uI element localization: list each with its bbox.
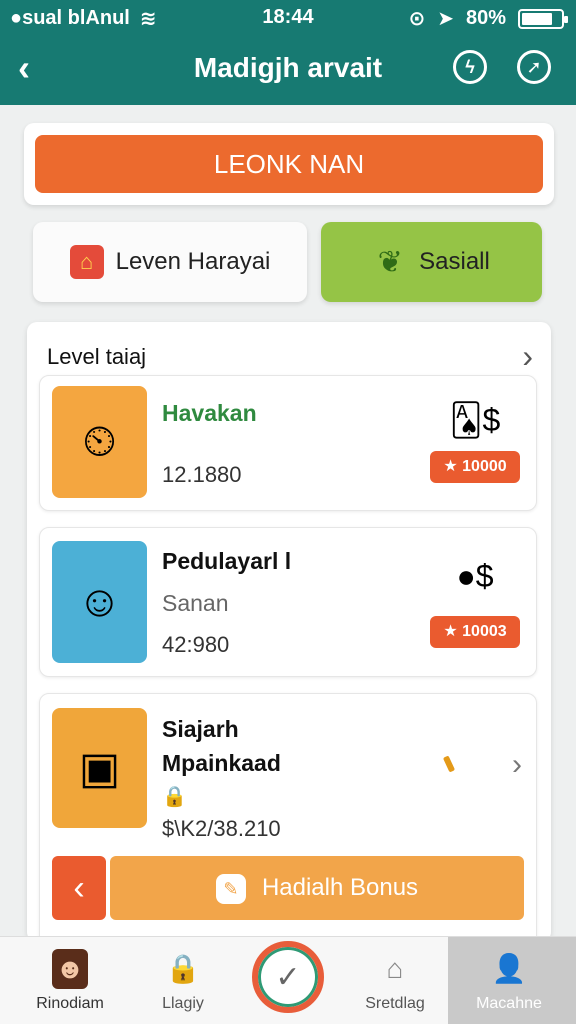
banner-card: LEONK NAN [24, 123, 554, 205]
reward-badge[interactable]: ★ 10000 [430, 451, 520, 483]
item-title-line2: Mpainkaad [162, 750, 281, 776]
list-item[interactable]: ⏲ Havakan 12.1880 🂡$ ★ 10000 [39, 375, 537, 511]
item-title: Havakan [162, 400, 257, 426]
lightning-button[interactable]: ϟ [453, 50, 487, 84]
tab-macahne[interactable]: 👤 Macahne [454, 949, 564, 1013]
tab-llagiy[interactable]: 🔒 Llagiy [128, 949, 238, 1013]
compass-button[interactable]: ➚ [517, 50, 551, 84]
banner-button[interactable]: LEONK NAN [35, 135, 543, 193]
bonus-prev-button[interactable]: ‹ [52, 856, 106, 920]
battery-percent: 80% [465, 7, 506, 29]
leaf-icon: ❦ [377, 245, 403, 279]
lightning-icon: ϟ [465, 57, 475, 77]
bonus-label: Hadialh Bonus [261, 874, 419, 901]
tab-label: Macahne [476, 995, 542, 1012]
item-title-line1: Siajarh [162, 716, 239, 742]
item-value: 42:980 [162, 632, 230, 657]
tab-rinodiam[interactable]: ☻ Rinodiam [15, 949, 125, 1013]
item-value: 12.1880 [162, 462, 242, 487]
tab-label: Llagiy [162, 995, 204, 1012]
tab-sasiall[interactable]: ❦ Sasiall [321, 222, 542, 302]
app-header: ●sual blAnul ≋ 18:44 ⊙ ➤ 80% ‹ Madigjh a… [0, 0, 576, 105]
item-title: Pedulayarl l [162, 548, 292, 574]
tab-leven-label: Leven Harayai [115, 248, 271, 275]
navigation-icon: ➤ [437, 8, 454, 30]
clock-icon: ⏲ [52, 386, 147, 498]
chevron-left-icon: ‹ [73, 869, 85, 907]
home-icon: ⌂ [386, 953, 404, 984]
house-icon: ⌂ [69, 245, 104, 279]
avatar-icon: ☻ [52, 949, 88, 989]
chevron-right-icon: › [522, 338, 533, 374]
bonus-row: ‹ ✎ Hadialh Bonus [52, 856, 524, 920]
status-right: ⊙ ➤ 80% [408, 6, 568, 31]
list-item[interactable]: ☺ Pedulayarl l Sanan 42:980 ●$ ★ 10003 [39, 527, 537, 677]
check-icon: ✓ [275, 960, 301, 994]
shop-icon: ☺ [52, 541, 147, 663]
item-value: $\K2/38.210 [162, 816, 281, 841]
coins-icon: ●$ [456, 557, 494, 594]
tab-label: Sretdlag [365, 995, 425, 1012]
treasure-box-icon: ▣ [52, 708, 147, 828]
battery-fill [522, 12, 552, 25]
tab-sasiall-label: Sasiall [419, 248, 490, 275]
tab-leven[interactable]: ⌂ Leven Harayai [33, 222, 307, 302]
list-item[interactable]: ▣ Siajarh Mpainkaad 🔒 $\K2/38.210 › ‹ ✎ H… [39, 693, 537, 942]
lock-small-icon: 🔒 [162, 786, 187, 808]
lock-icon: 🔒 [165, 953, 201, 984]
nav-bar: ‹ Madigjh arvait ϟ ➚ [0, 38, 576, 100]
user-icon: 👤 [491, 953, 527, 984]
battery-icon [518, 8, 568, 29]
level-list-panel: Level taiaj › ⏲ Havakan 12.1880 🂡$ ★ 100… [27, 322, 551, 942]
item-more-button[interactable]: › [512, 748, 522, 782]
bonus-button[interactable]: ✎ Hadialh Bonus [110, 856, 524, 920]
accent-mark [442, 755, 456, 773]
status-bar: ●sual blAnul ≋ 18:44 ⊙ ➤ 80% [0, 0, 576, 34]
item-title: Siajarh Mpainkaad [162, 712, 281, 780]
location-icon: ⊙ [408, 8, 426, 30]
compass-icon: ➚ [526, 57, 542, 77]
page-title: Madigjh arvait [193, 52, 383, 83]
cards-coins-icon: 🂡$ [449, 402, 501, 438]
section-title: Level taiaj [47, 344, 147, 369]
tab-sretdlag[interactable]: ⌂ Sretdlag [340, 949, 450, 1013]
item-subtitle: Sanan [162, 590, 229, 616]
center-action-button[interactable]: ✓ [252, 941, 324, 1013]
section-more-button[interactable]: › [522, 338, 533, 375]
tag-icon: ✎ [215, 873, 246, 904]
chevron-right-icon: › [512, 748, 522, 781]
tab-label: Rinodiam [36, 995, 104, 1012]
reward-badge[interactable]: ★ 10003 [430, 616, 520, 648]
